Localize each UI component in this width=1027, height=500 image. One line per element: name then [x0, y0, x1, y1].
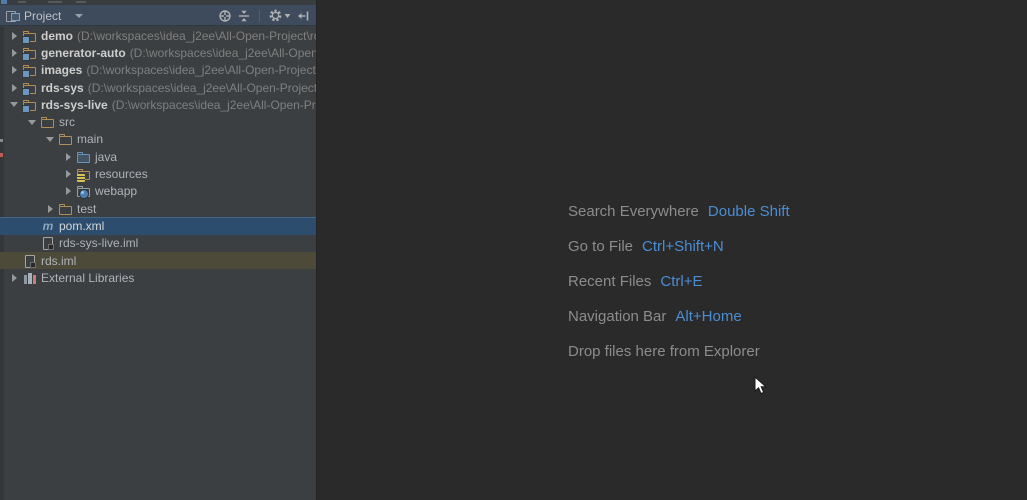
tree-item-demo[interactable]: demo (D:\workspaces\idea_j2ee\All-Open-P…	[0, 27, 316, 44]
library-icon	[22, 270, 38, 286]
locate-icon[interactable]	[218, 9, 232, 23]
chevron-right-icon[interactable]	[60, 183, 76, 200]
settings-gear-icon[interactable]	[268, 8, 291, 23]
chevron-right-icon[interactable]	[60, 165, 76, 182]
chevron-spacer	[24, 235, 40, 252]
resources-folder-icon	[76, 166, 92, 182]
tree-item-label: java	[95, 150, 117, 164]
tree-item-label: main	[77, 132, 103, 146]
tree-item-src[interactable]: src	[0, 113, 316, 130]
hint-drop-files: Drop files here from Explorer	[568, 341, 790, 361]
tree-item-label: rds-sys-live.iml	[59, 236, 138, 250]
folder-icon	[58, 201, 74, 217]
hint-label: Drop files here from Explorer	[568, 343, 760, 360]
chevron-spacer	[6, 252, 22, 269]
hint-label: Recent Files	[568, 273, 651, 290]
chevron-right-icon[interactable]	[42, 200, 58, 217]
tree-item-rds-sys-live-iml[interactable]: rds-sys-live.iml	[0, 235, 316, 252]
editor-empty-area[interactable]: Search Everywhere Double Shift Go to Fil…	[316, 0, 1027, 500]
hint-shortcut: Alt+Home	[675, 308, 741, 325]
webapp-folder-icon	[76, 183, 92, 199]
shortcut-hints: Search Everywhere Double Shift Go to Fil…	[568, 201, 790, 361]
chevron-down-icon[interactable]	[6, 96, 22, 113]
tree-item-label: rds-sys	[41, 81, 84, 95]
tree-item-label: webapp	[95, 184, 137, 198]
tree-item-rds-sys[interactable]: rds-sys (D:\workspaces\idea_j2ee\All-Ope…	[0, 79, 316, 96]
module-folder-icon	[22, 62, 38, 78]
tree-item-path: (D:\workspaces\idea_j2ee\All-Open-Projec…	[86, 63, 316, 77]
folder-icon	[58, 131, 74, 147]
tool-window-title: Project	[24, 9, 61, 23]
hint-label: Search Everywhere	[568, 203, 699, 220]
project-tree: demo (D:\workspaces\idea_j2ee\All-Open-P…	[0, 27, 316, 286]
project-tool-window: Project	[0, 5, 316, 500]
chevron-down-icon[interactable]	[42, 131, 58, 148]
tree-item-webapp[interactable]: webapp	[0, 183, 316, 200]
module-folder-icon	[22, 45, 38, 61]
tree-item-path: (D:\workspaces\idea_j2ee\All-Open-Proj	[112, 98, 316, 112]
hide-panel-icon[interactable]	[296, 9, 310, 23]
chevron-right-icon[interactable]	[6, 62, 22, 79]
module-folder-icon	[22, 97, 38, 113]
navbar-fragment	[48, 1, 62, 3]
module-folder-icon	[22, 80, 38, 96]
tree-item-external-libraries[interactable]: External Libraries	[0, 269, 316, 286]
tree-item-label: generator-auto	[41, 46, 126, 60]
tree-item-label: test	[77, 202, 96, 216]
source-folder-icon	[76, 149, 92, 165]
tree-item-generator-auto[interactable]: generator-auto (D:\workspaces\idea_j2ee\…	[0, 44, 316, 61]
tree-item-path: (D:\workspaces\idea_j2ee\All-Open-	[130, 46, 316, 60]
hint-search-everywhere: Search Everywhere Double Shift	[568, 201, 790, 221]
hint-go-to-file: Go to File Ctrl+Shift+N	[568, 236, 790, 256]
tree-item-path: (D:\workspaces\idea_j2ee\All-Open-Projec…	[77, 29, 316, 43]
module-folder-icon	[22, 28, 38, 44]
tree-item-images[interactable]: images (D:\workspaces\idea_j2ee\All-Open…	[0, 62, 316, 79]
chevron-down-icon[interactable]	[24, 113, 40, 130]
navbar-fragment-icon	[1, 0, 7, 4]
hint-label: Go to File	[568, 238, 633, 255]
hint-recent-files: Recent Files Ctrl+E	[568, 271, 790, 291]
tree-item-label: images	[41, 63, 82, 77]
toolbar-separator	[259, 10, 260, 22]
tree-item-label: External Libraries	[41, 271, 134, 285]
tree-item-main[interactable]: main	[0, 131, 316, 148]
tree-item-label: rds-sys-live	[41, 98, 108, 112]
iml-file-icon	[40, 235, 56, 251]
maven-file-icon: m	[40, 218, 56, 234]
tree-item-path: (D:\workspaces\idea_j2ee\All-Open-Projec…	[88, 81, 316, 95]
chevron-down-icon[interactable]	[75, 14, 83, 18]
hint-shortcut: Ctrl+E	[660, 273, 702, 290]
tree-item-rds-sys-live[interactable]: rds-sys-live (D:\workspaces\idea_j2ee\Al…	[0, 96, 316, 113]
tree-item-rds-iml[interactable]: rds.iml	[0, 252, 316, 269]
chevron-right-icon[interactable]	[6, 79, 22, 96]
tree-item-label: src	[59, 115, 75, 129]
tree-item-pom-xml[interactable]: m pom.xml	[0, 217, 316, 234]
tree-item-resources[interactable]: resources	[0, 165, 316, 182]
tree-item-label: resources	[95, 167, 148, 181]
collapse-all-icon[interactable]	[237, 9, 251, 23]
chevron-right-icon[interactable]	[6, 269, 22, 286]
tree-item-label: rds.iml	[41, 254, 76, 268]
navbar-fragment	[76, 1, 86, 3]
chevron-right-icon[interactable]	[6, 44, 22, 61]
chevron-right-icon[interactable]	[60, 148, 76, 165]
hint-label: Navigation Bar	[568, 308, 666, 325]
chevron-down-icon	[284, 13, 291, 19]
hint-shortcut: Ctrl+Shift+N	[642, 238, 724, 255]
tree-item-label: demo	[41, 29, 73, 43]
mouse-cursor	[754, 376, 767, 395]
iml-file-icon	[22, 253, 38, 269]
tree-item-test[interactable]: test	[0, 200, 316, 217]
chevron-spacer	[24, 217, 40, 234]
tree-item-java[interactable]: java	[0, 148, 316, 165]
hint-shortcut: Double Shift	[708, 203, 790, 220]
project-tool-window-header[interactable]: Project	[0, 5, 316, 26]
chevron-right-icon[interactable]	[6, 27, 22, 44]
folder-icon	[40, 114, 56, 130]
project-view-icon	[6, 10, 19, 22]
tree-item-label: pom.xml	[59, 219, 104, 233]
hint-navigation-bar: Navigation Bar Alt+Home	[568, 306, 790, 326]
navbar-fragment	[18, 1, 26, 3]
